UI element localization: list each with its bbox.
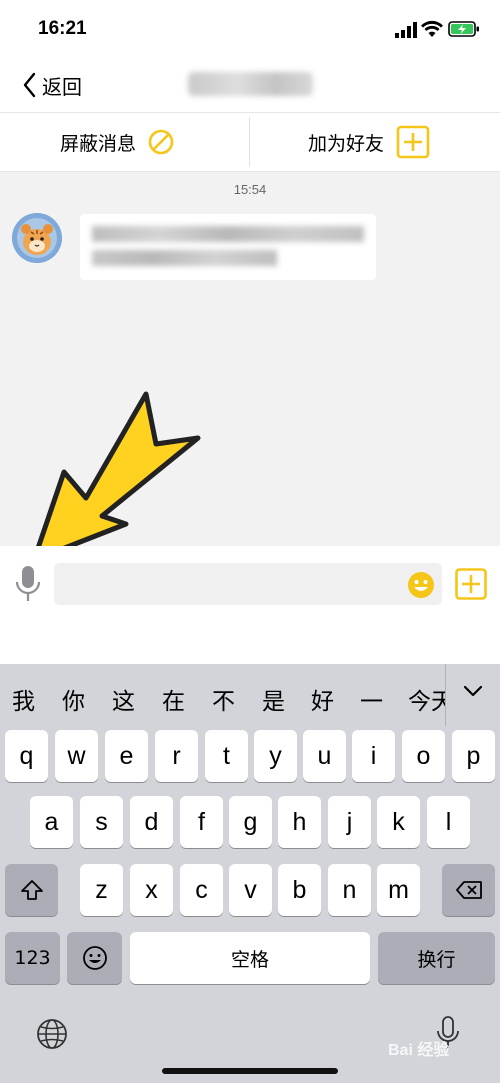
action-divider [249,117,250,167]
more-plus-icon[interactable] [455,568,487,600]
message-text-input[interactable] [54,563,442,605]
yellow-arrow-annotation-icon [31,391,201,563]
key-e[interactable]: e [105,730,148,782]
key-z[interactable]: z [80,864,123,916]
key-t[interactable]: t [205,730,248,782]
emoji-key[interactable] [67,932,122,984]
key-p[interactable]: p [452,730,495,782]
wifi-icon [421,20,443,37]
message-timestamp: 15:54 [233,182,267,197]
key-a[interactable]: a [30,796,73,848]
voice-input-mic-icon[interactable] [14,564,42,604]
keyboard: 我 你 这 在 不 是 好 一 今天 q w e r t y u i o p a… [0,664,500,1083]
candidate-word[interactable]: 这 [112,682,135,716]
key-c[interactable]: c [180,864,223,916]
status-time: 16:21 [38,18,87,39]
candidate-word[interactable]: 今天 [408,682,445,716]
candidate-divider [445,664,446,726]
key-g[interactable]: g [229,796,272,848]
key-q[interactable]: q [5,730,48,782]
back-button[interactable]: 返回 [22,70,82,100]
key-b[interactable]: b [278,864,321,916]
back-label: 返回 [42,74,82,99]
space-key[interactable]: 空格 [130,932,370,984]
key-y[interactable]: y [254,730,297,782]
candidate-word[interactable]: 是 [262,682,285,716]
candidate-word[interactable]: 不 [212,682,235,716]
shift-key[interactable] [5,864,58,916]
add-friend-label: 加为好友 [308,132,385,155]
key-d[interactable]: d [130,796,173,848]
backspace-icon [455,881,482,899]
candidate-bar: 我 你 这 在 不 是 好 一 今天 [0,664,500,726]
key-o[interactable]: o [402,730,445,782]
key-u[interactable]: u [303,730,346,782]
key-r[interactable]: r [155,730,198,782]
navigation-bar: 返回 [0,58,500,112]
battery-charging-icon [448,21,479,37]
globe-icon[interactable] [36,1018,68,1050]
key-f[interactable]: f [180,796,223,848]
key-k[interactable]: k [377,796,420,848]
key-j[interactable]: j [328,796,371,848]
key-s[interactable]: s [80,796,123,848]
key-l[interactable]: l [427,796,470,848]
add-square-icon [396,125,430,159]
watermark-text: Bai 经验 [388,1042,450,1059]
message-bubble[interactable] [80,214,376,280]
message-input-bar [0,546,500,664]
candidate-word[interactable]: 在 [162,682,185,716]
status-bar: 16:21 [0,0,500,58]
candidate-word[interactable]: 好 [311,682,334,716]
action-bar: 屏蔽消息 加为好友 [0,112,500,172]
key-n[interactable]: n [328,864,371,916]
key-v[interactable]: v [229,864,272,916]
key-m[interactable]: m [377,864,420,916]
cellular-signal-icon [395,22,417,38]
emoji-icon[interactable] [407,571,435,599]
candidate-word[interactable]: 你 [62,682,85,716]
message-text-redacted [92,250,277,266]
delete-key[interactable] [442,864,495,916]
chevron-left-icon [23,72,36,98]
candidate-word[interactable]: 我 [12,682,35,716]
home-indicator [162,1068,338,1074]
add-friend-button[interactable]: 加为好友 [308,113,430,171]
key-w[interactable]: w [55,730,98,782]
candidate-word[interactable]: 一 [360,682,383,716]
emoji-face-icon [82,946,107,970]
conversation-title-redacted [188,72,313,96]
key-h[interactable]: h [278,796,321,848]
chevron-down-icon[interactable] [462,680,484,702]
message-text-redacted [92,226,364,242]
block-messages-button[interactable]: 屏蔽消息 [60,113,174,171]
numbers-key[interactable]: 123 [5,932,60,984]
tiger-avatar-icon [12,213,62,263]
shift-icon [20,880,43,900]
return-key[interactable]: 换行 [378,932,495,984]
avatar[interactable] [12,213,62,263]
key-x[interactable]: x [130,864,173,916]
key-i[interactable]: i [352,730,395,782]
block-messages-label: 屏蔽消息 [60,132,137,155]
block-icon [148,129,174,155]
